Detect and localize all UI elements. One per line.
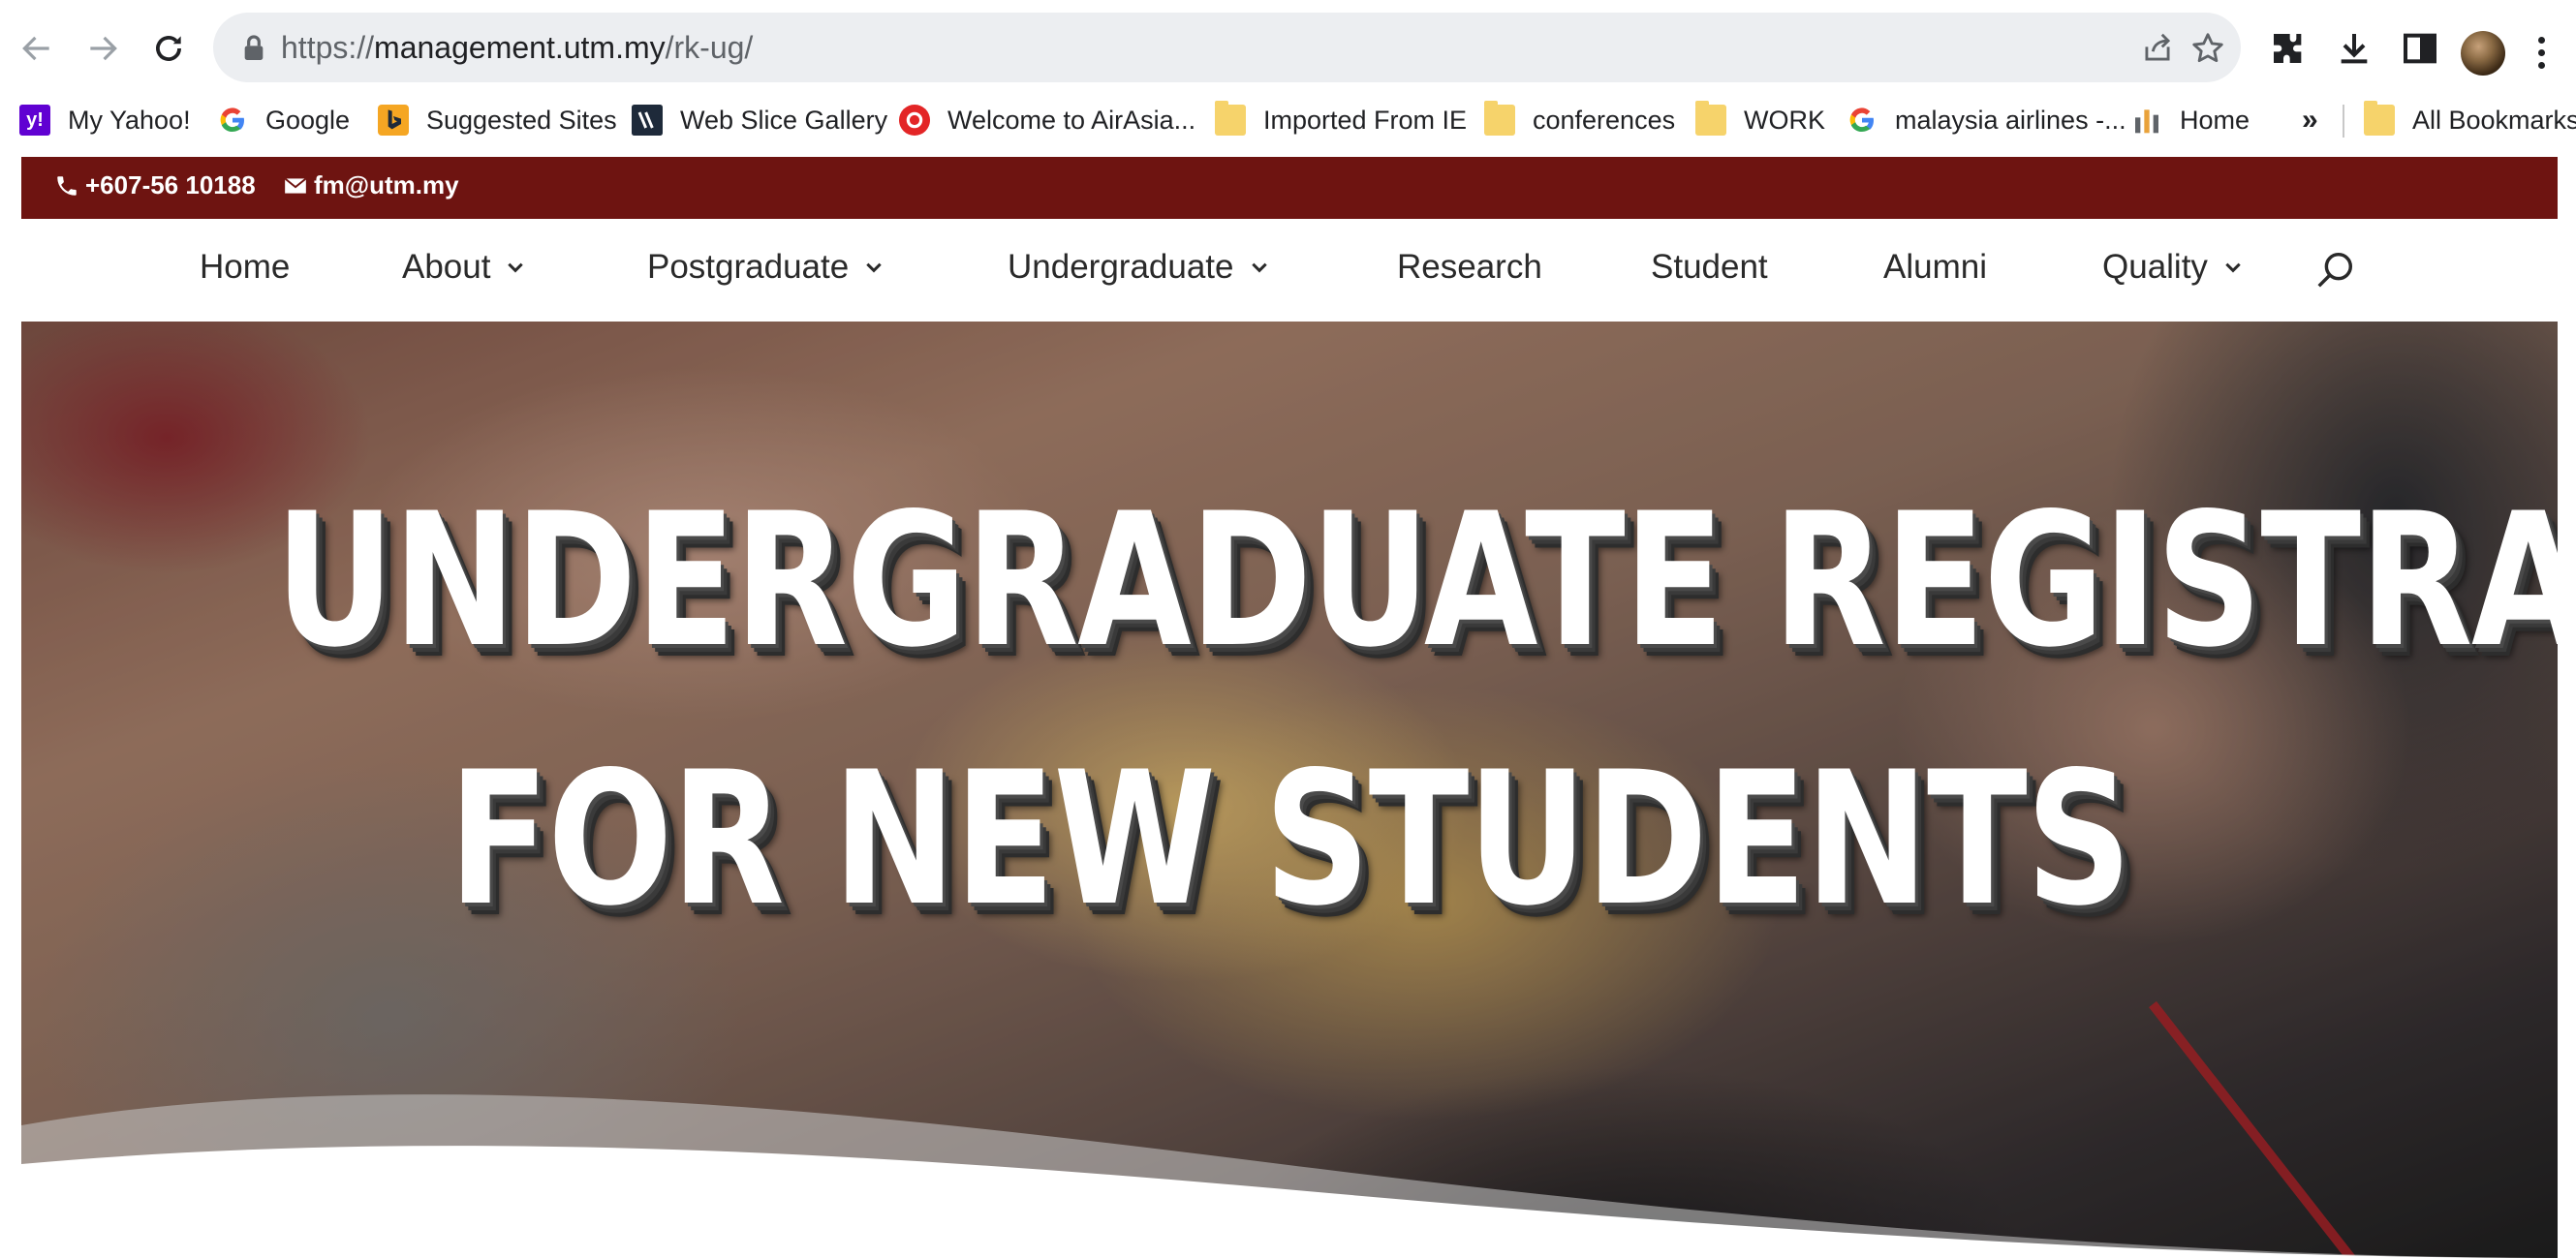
bookmark-google[interactable]: Google [217,101,350,139]
lock-icon [244,35,264,60]
bookmark-web-slice-gallery[interactable]: Web Slice Gallery [632,101,887,139]
bookmarks-overflow-button[interactable]: » [2302,101,2318,139]
email-text: fm@utm.my [314,170,459,199]
nav-label: Quality [2102,248,2208,286]
browser-chrome: https://management.utm.my/rk-ug/ y! My Y… [0,0,2576,155]
reload-icon [156,36,181,61]
nav-student[interactable]: Student [1651,248,1768,287]
arrow-right-icon [90,36,117,61]
nav-label: Home [200,248,291,286]
nav-label: Alumni [1883,248,1987,286]
bookmark-suggested-sites[interactable]: Suggested Sites [378,101,617,139]
arrow-left-icon [22,36,49,61]
folder-icon [1215,101,1246,136]
bing-icon [378,105,409,136]
bookmark-malaysia-airlines[interactable]: malaysia airlines -... [1847,101,2126,139]
search-icon[interactable] [2312,248,2357,292]
contact-topbar: +607-56 10188 fm@utm.my [21,157,2558,219]
bookmark-label: Suggested Sites [426,105,617,135]
bar-chart-icon [2135,109,2158,134]
folder-icon [1484,101,1515,136]
bookmark-label: conferences [1533,105,1676,135]
bookmark-label: Web Slice Gallery [680,105,888,135]
phone-text: +607-56 10188 [85,170,256,199]
bookmark-label: Google [265,105,351,135]
nav-label: About [402,248,491,286]
nav-label: Student [1651,248,1768,286]
nav-postgraduate[interactable]: Postgraduate [647,248,884,287]
envelope-icon [284,177,307,194]
main-navigation: Home About Postgraduate Undergraduate Re… [21,219,2558,322]
bookmark-label: Home [2180,105,2250,135]
menu-icon[interactable] [2536,37,2546,72]
nav-label: Research [1397,248,1542,286]
bookmark-label: WORK [1744,105,1825,135]
bookmark-label: Welcome to AirAsia... [947,105,1196,135]
bookmarks-bar: y! My Yahoo! Google Suggested Sites Web … [0,97,2576,141]
chevron-down-icon [1251,262,1267,273]
url-path: /rk-ug/ [665,30,754,65]
all-bookmarks-button[interactable]: All Bookmarks [2364,101,2576,139]
airasia-icon [899,105,930,136]
chevron-down-icon [2225,262,2241,273]
browser-toolbar: https://management.utm.my/rk-ug/ [0,10,2576,87]
bookmark-label: malaysia airlines -... [1895,105,2126,135]
nav-undergraduate[interactable]: Undergraduate [1008,248,1269,287]
extensions-icon[interactable] [2269,29,2308,68]
nav-research[interactable]: Research [1397,248,1542,287]
hero-title-line-1: UNDERGRADUATE REGISTRATION KIT [274,474,2558,688]
nav-label: Postgraduate [647,248,850,286]
url-host: management.utm.my [374,30,666,65]
side-panel-icon[interactable] [2401,29,2439,68]
bookmark-my-yahoo[interactable]: y! My Yahoo! [19,101,191,139]
hero-title-line-2: FOR NEW STUDENTS [448,732,2132,946]
bookmark-airasia[interactable]: Welcome to AirAsia... [899,101,1195,139]
nav-alumni[interactable]: Alumni [1883,248,1987,287]
google-icon [1849,107,1874,133]
nav-label: Undergraduate [1008,248,1234,286]
bookmark-label: Imported From IE [1263,105,1468,135]
bookmark-work[interactable]: WORK [1695,101,1825,139]
chevron-down-icon [866,262,882,273]
all-bookmarks-label: All Bookmarks [2412,105,2576,135]
nav-home[interactable]: Home [200,248,290,287]
folder-icon [2364,101,2395,136]
phone-link[interactable]: +607-56 10188 [54,170,256,200]
web-slice-icon [632,105,663,136]
url-scheme: https:// [281,30,375,65]
bookmark-home[interactable]: Home [2131,101,2250,139]
reload-button[interactable] [141,21,196,76]
bookmark-conferences[interactable]: conferences [1484,101,1675,139]
forward-button[interactable] [76,21,130,76]
google-icon [220,107,244,133]
bookmark-label: My Yahoo! [68,105,191,135]
phone-icon [57,175,77,196]
back-button[interactable] [10,21,64,76]
share-icon[interactable] [2139,30,2176,67]
hero-banner: UNDERGRADUATE REGISTRATION KIT FOR NEW S… [21,322,2558,1258]
folder-icon [1695,101,1726,136]
profile-avatar[interactable] [2461,31,2505,76]
chevron-down-icon [508,262,524,273]
download-icon[interactable] [2335,29,2374,68]
email-link[interactable]: fm@utm.my [283,170,459,200]
web-page: +607-56 10188 fm@utm.my Home About Postg… [21,157,2558,1258]
nav-about[interactable]: About [402,248,525,287]
url-text[interactable]: https://management.utm.my/rk-ug/ [281,28,753,67]
star-icon[interactable] [2189,30,2226,67]
address-bar[interactable]: https://management.utm.my/rk-ug/ [213,13,2241,82]
nav-quality[interactable]: Quality [2102,248,2243,287]
yahoo-icon: y! [19,105,50,136]
bookmark-imported-from-ie[interactable]: Imported From IE [1215,101,1467,139]
bookmarks-divider [2343,105,2344,138]
